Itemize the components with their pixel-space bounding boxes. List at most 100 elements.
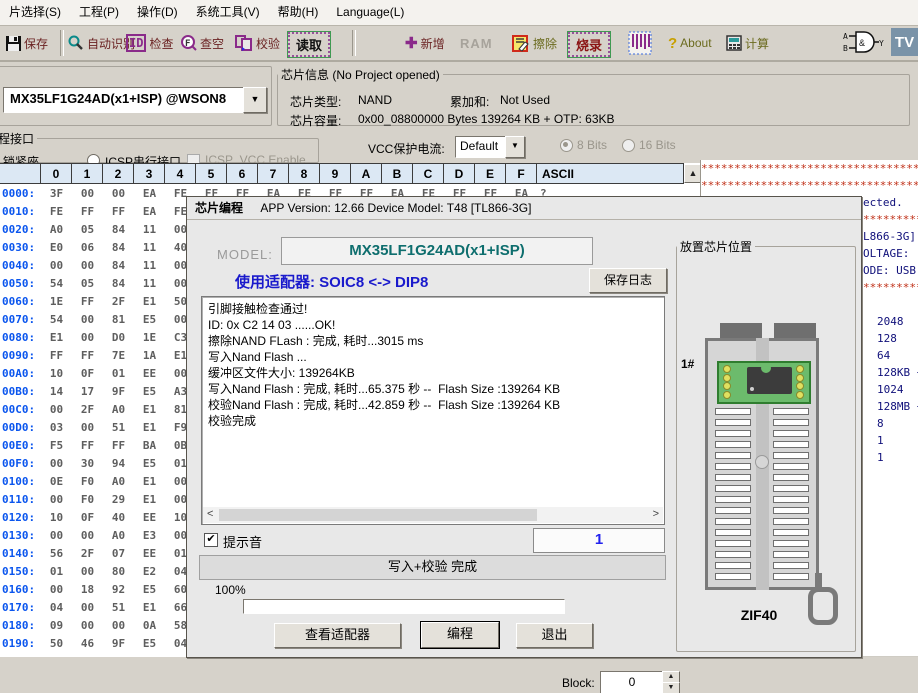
auto-detect-button[interactable]: 自动识别 xyxy=(68,30,135,56)
hex-byte-cell[interactable]: 7E xyxy=(103,349,134,362)
hex-byte-cell[interactable]: 84 xyxy=(103,277,134,290)
hex-byte-cell[interactable]: 00 xyxy=(41,403,72,416)
hex-byte-cell[interactable]: 2F xyxy=(103,295,134,308)
calc-button[interactable]: 计算 xyxy=(726,30,769,56)
hex-byte-cell[interactable]: 01 xyxy=(103,367,134,380)
hex-byte-cell[interactable]: 92 xyxy=(103,583,134,596)
hex-byte-cell[interactable]: E1 xyxy=(134,403,165,416)
menu-item[interactable]: 帮助(H) xyxy=(269,0,328,24)
hex-byte-cell[interactable]: 54 xyxy=(41,277,72,290)
hex-byte-cell[interactable]: 46 xyxy=(72,637,103,650)
hex-byte-cell[interactable]: E5 xyxy=(134,583,165,596)
block-spinner-down[interactable]: ▼ xyxy=(662,682,680,693)
hex-byte-cell[interactable]: FF xyxy=(72,205,103,218)
hex-byte-cell[interactable]: E1 xyxy=(41,331,72,344)
hex-byte-cell[interactable]: 00 xyxy=(72,313,103,326)
chip-select-value[interactable]: MX35LF1G24AD(x1+ISP) @WSON8 xyxy=(3,87,247,113)
chip-select-dropdown-button[interactable]: ▼ xyxy=(243,87,267,113)
hex-byte-cell[interactable]: 00 xyxy=(72,331,103,344)
hex-byte-cell[interactable]: 54 xyxy=(41,313,72,326)
hex-byte-cell[interactable]: E5 xyxy=(134,313,165,326)
hex-byte-cell[interactable]: E5 xyxy=(134,637,165,650)
log-hscrollbar[interactable]: < > xyxy=(203,507,663,523)
hex-byte-cell[interactable]: 00 xyxy=(72,259,103,272)
hex-byte-cell[interactable]: 00 xyxy=(72,529,103,542)
hex-byte-cell[interactable]: 11 xyxy=(134,277,165,290)
check-button[interactable]: ID 检查 xyxy=(126,30,173,56)
hex-byte-cell[interactable]: 06 xyxy=(72,241,103,254)
hex-byte-cell[interactable]: EE xyxy=(134,511,165,524)
hex-byte-cell[interactable]: 00 xyxy=(41,493,72,506)
menu-item[interactable]: Language(L) xyxy=(327,0,413,24)
hex-byte-cell[interactable]: 84 xyxy=(103,241,134,254)
hex-byte-cell[interactable]: 00 xyxy=(41,529,72,542)
hex-byte-cell[interactable]: 00 xyxy=(41,457,72,470)
hex-byte-cell[interactable]: 30 xyxy=(72,457,103,470)
hex-byte-cell[interactable]: 05 xyxy=(72,277,103,290)
hex-byte-cell[interactable]: 51 xyxy=(103,601,134,614)
hex-byte-cell[interactable]: 18 xyxy=(72,583,103,596)
hex-byte-cell[interactable]: 00 xyxy=(72,619,103,632)
hex-byte-cell[interactable]: 03 xyxy=(41,421,72,434)
hex-byte-cell[interactable]: 81 xyxy=(103,313,134,326)
hex-byte-cell[interactable]: 1A xyxy=(134,349,165,362)
tv-button[interactable]: TV xyxy=(891,28,918,56)
hex-byte-cell[interactable]: 00 xyxy=(41,583,72,596)
hex-byte-cell[interactable]: EA xyxy=(134,205,165,218)
dialog-title-bar[interactable]: 芯片编程 APP Version: 12.66 Device Model: T4… xyxy=(187,197,861,220)
hex-byte-cell[interactable]: 17 xyxy=(72,385,103,398)
hex-byte-cell[interactable]: 9F xyxy=(103,637,134,650)
hex-byte-cell[interactable]: E0 xyxy=(41,241,72,254)
log-hscroll-right[interactable]: > xyxy=(653,508,659,520)
hex-byte-cell[interactable]: E1 xyxy=(134,493,165,506)
hex-byte-cell[interactable]: F0 xyxy=(72,493,103,506)
add-button[interactable]: ✚ 新增 xyxy=(405,30,445,56)
hex-byte-cell[interactable]: EE xyxy=(134,367,165,380)
hex-byte-cell[interactable]: FF xyxy=(72,439,103,452)
log-hscroll-thumb[interactable] xyxy=(219,509,537,521)
hex-byte-cell[interactable]: D0 xyxy=(103,331,134,344)
hex-byte-cell[interactable]: 50 xyxy=(41,637,72,650)
hex-byte-cell[interactable]: 2F xyxy=(72,547,103,560)
erase-button[interactable]: 擦除 xyxy=(512,30,557,56)
hex-byte-cell[interactable]: 51 xyxy=(103,421,134,434)
menu-item[interactable]: 操作(D) xyxy=(128,0,187,24)
menu-item[interactable]: 系统工具(V) xyxy=(187,0,269,24)
hex-byte-cell[interactable]: 0E xyxy=(41,475,72,488)
hex-byte-cell[interactable]: 07 xyxy=(103,547,134,560)
logic-gate-button[interactable]: AB&Y xyxy=(843,30,885,56)
hex-byte-cell[interactable]: 84 xyxy=(103,259,134,272)
hex-byte-cell[interactable]: 40 xyxy=(103,511,134,524)
hex-byte-cell[interactable]: 00 xyxy=(103,187,134,200)
hex-byte-cell[interactable]: 00 xyxy=(72,187,103,200)
log-hscroll-left[interactable]: < xyxy=(207,508,213,520)
hex-byte-cell[interactable]: A0 xyxy=(103,475,134,488)
hex-byte-cell[interactable]: FF xyxy=(41,349,72,362)
about-button[interactable]: ? About xyxy=(668,30,712,56)
view-adapter-button[interactable]: 查看适配器 xyxy=(274,623,401,648)
hex-byte-cell[interactable]: E1 xyxy=(134,475,165,488)
hex-byte-cell[interactable]: 10 xyxy=(41,367,72,380)
hex-byte-cell[interactable]: 00 xyxy=(72,421,103,434)
hex-byte-cell[interactable]: 11 xyxy=(134,259,165,272)
hex-byte-cell[interactable]: 94 xyxy=(103,457,134,470)
hex-byte-cell[interactable]: 09 xyxy=(41,619,72,632)
blank-check-button[interactable]: F 查空 xyxy=(180,30,224,56)
hex-byte-cell[interactable]: 0F xyxy=(72,367,103,380)
hex-byte-cell[interactable]: 10 xyxy=(41,511,72,524)
save-log-button[interactable]: 保存日志 xyxy=(589,268,667,293)
hex-byte-cell[interactable]: 56 xyxy=(41,547,72,560)
beep-checkbox[interactable]: ✔ xyxy=(204,533,218,547)
hex-byte-cell[interactable]: F0 xyxy=(72,475,103,488)
read-button[interactable]: 读取 xyxy=(288,32,330,57)
hex-byte-cell[interactable]: EA xyxy=(134,187,165,200)
program-button[interactable]: 编程 xyxy=(421,622,499,648)
hex-byte-cell[interactable]: E2 xyxy=(134,565,165,578)
hex-byte-cell[interactable]: A0 xyxy=(103,529,134,542)
block-spinner-value[interactable]: 0 xyxy=(600,671,664,693)
verify-button[interactable]: 校验 xyxy=(235,30,280,56)
hex-byte-cell[interactable]: 14 xyxy=(41,385,72,398)
hex-byte-cell[interactable]: 3F xyxy=(41,187,72,200)
vcc-select[interactable]: Default xyxy=(455,136,511,158)
hex-byte-cell[interactable]: E1 xyxy=(134,601,165,614)
